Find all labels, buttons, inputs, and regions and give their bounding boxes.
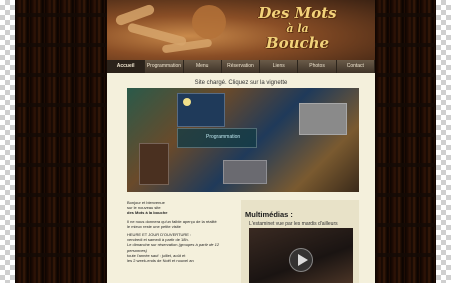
play-button[interactable] [289, 248, 313, 272]
play-icon [297, 254, 308, 266]
video-player[interactable] [249, 228, 353, 283]
pot-decoration [192, 5, 226, 39]
hours-line: les 2 week-ends de Noël et nouvel an [127, 258, 194, 264]
nav-item-menu[interactable]: Menu [184, 60, 222, 73]
photo-slideshow[interactable]: Programmation [127, 88, 359, 192]
slideshow-caption: Site chargé. Cliquez sur la vignette [194, 80, 288, 86]
transparency-background-left [0, 0, 15, 283]
multimedia-subtitle: L'estaminet vue par les mardis d'ailleur… [249, 221, 338, 227]
site-name: des Mots à la bouche [127, 210, 168, 216]
transparency-background-right [436, 0, 451, 283]
slide-thumbnail[interactable] [177, 93, 225, 127]
page-container: Des Mots à la Bouche Accueil Programmati… [107, 0, 375, 283]
slide-thumbnail[interactable] [139, 143, 169, 185]
nav-item-reservation[interactable]: Réservation [222, 60, 261, 73]
nav-item-accueil[interactable]: Accueil [107, 60, 146, 73]
intro-text: Bonjour et bienvenue sur le nouveau site… [127, 200, 232, 266]
multimedia-panel: Multimédias : L'estaminet vue par les ma… [241, 200, 359, 283]
bookshelf-background-right [375, 0, 436, 283]
nav-item-photos[interactable]: Photos [298, 60, 337, 73]
multimedia-title: Multimédias : [245, 210, 293, 219]
slide-thumbnail[interactable]: Programmation [177, 128, 257, 148]
overview-line: le mieux reste une petite visite [127, 223, 181, 229]
slide-thumbnail[interactable] [223, 160, 267, 184]
nav-item-programmation[interactable]: Programmation [145, 60, 184, 73]
main-navigation: Accueil Programmation Menu Réservation L… [107, 60, 375, 73]
slide-overlay-label: Programmation [206, 134, 241, 140]
nav-item-liens[interactable]: Liens [260, 60, 299, 73]
site-banner: Des Mots à la Bouche [107, 0, 375, 60]
nav-item-contact[interactable]: Contact [337, 60, 375, 73]
slide-thumbnail[interactable] [299, 103, 347, 135]
bookshelf-background-left [15, 0, 107, 283]
moon-icon [183, 98, 191, 106]
site-title-logo[interactable]: Des Mots à la Bouche [235, 6, 360, 51]
